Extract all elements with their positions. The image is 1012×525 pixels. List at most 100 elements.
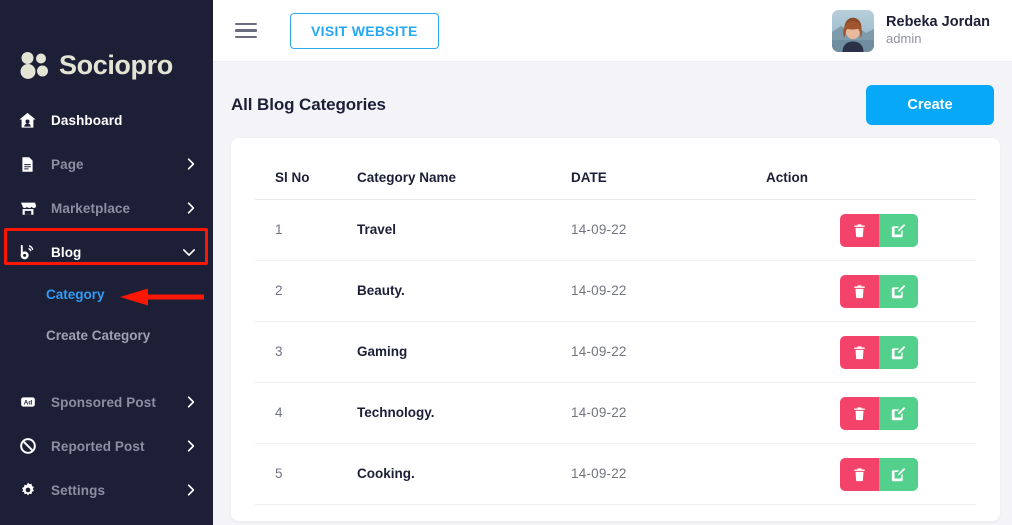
cell-sl-no: 4 — [275, 405, 283, 420]
chevron-down-icon — [183, 248, 195, 257]
sidebar-nav: Dashboard Page — [0, 92, 213, 512]
table-body: 1 Travel 14-09-22 — [255, 200, 976, 505]
cell-category-name: Gaming — [357, 344, 407, 359]
edit-pencil-icon — [891, 284, 906, 299]
sidebar-item-reported-post[interactable]: Reported Post — [0, 424, 213, 468]
sidebar-subitem-label: Category — [46, 287, 105, 302]
table-head: Sl No Category Name DATE Action — [255, 138, 976, 200]
cell-date: 14-09-22 — [571, 466, 627, 481]
top-bar: VISIT WEBSITE — [213, 0, 1012, 62]
chevron-right-icon — [187, 202, 195, 214]
column-header-action: Action — [766, 138, 976, 200]
trash-icon — [852, 284, 867, 299]
column-header-sl-no: Sl No — [255, 138, 357, 200]
sidebar-item-label: Settings — [51, 483, 173, 498]
trash-icon — [852, 345, 867, 360]
row-actions — [840, 214, 918, 247]
page-title: All Blog Categories — [231, 95, 386, 115]
file-icon — [18, 155, 37, 174]
delete-button[interactable] — [840, 336, 879, 369]
cell-sl-no: 1 — [275, 222, 283, 237]
edit-pencil-icon — [891, 467, 906, 482]
table-row: 2 Beauty. 14-09-22 — [255, 261, 976, 322]
edit-button[interactable] — [879, 275, 918, 308]
edit-button[interactable] — [879, 336, 918, 369]
cell-category-name: Travel — [357, 222, 396, 237]
sidebar-item-sponsored-post[interactable]: Ad Sponsored Post — [0, 380, 213, 424]
cell-sl-no: 3 — [275, 344, 283, 359]
ad-icon: Ad — [18, 393, 37, 412]
sociopro-logo-icon — [20, 52, 50, 79]
cell-date: 14-09-22 — [571, 344, 627, 359]
edit-button[interactable] — [879, 458, 918, 491]
sidebar-item-page[interactable]: Page — [0, 142, 213, 186]
table-row: 5 Cooking. 14-09-22 — [255, 444, 976, 505]
user-meta: Rebeka Jordan admin — [886, 13, 990, 47]
cell-sl-no: 5 — [275, 466, 283, 481]
chevron-right-icon — [187, 440, 195, 452]
trash-icon — [852, 406, 867, 421]
create-button[interactable]: Create — [866, 85, 994, 125]
sidebar-subitem-label: Create Category — [46, 328, 150, 343]
store-icon — [18, 199, 37, 218]
delete-button[interactable] — [840, 458, 879, 491]
sidebar: Sociopro Dashboard — [0, 0, 213, 525]
edit-pencil-icon — [891, 345, 906, 360]
cell-date: 14-09-22 — [571, 283, 627, 298]
chevron-right-icon — [187, 484, 195, 496]
sidebar-item-label: Blog — [51, 245, 169, 260]
sidebar-item-blog[interactable]: Blog — [0, 230, 213, 274]
main-content: VISIT WEBSITE — [213, 0, 1012, 525]
sidebar-item-label: Reported Post — [51, 439, 173, 454]
hamburger-menu-icon[interactable] — [235, 20, 257, 42]
visit-website-button[interactable]: VISIT WEBSITE — [290, 13, 439, 49]
row-actions — [840, 458, 918, 491]
cell-category-name: Technology. — [357, 405, 435, 420]
cell-date: 14-09-22 — [571, 222, 627, 237]
row-actions — [840, 397, 918, 430]
sidebar-item-dashboard[interactable]: Dashboard — [0, 98, 213, 142]
sidebar-item-label: Sponsored Post — [51, 395, 173, 410]
row-actions — [840, 275, 918, 308]
cell-date: 14-09-22 — [571, 405, 627, 420]
sidebar-item-label: Dashboard — [51, 113, 195, 128]
edit-button[interactable] — [879, 214, 918, 247]
block-icon — [18, 437, 37, 456]
sidebar-item-label: Page — [51, 157, 173, 172]
trash-icon — [852, 223, 867, 238]
sidebar-spacer — [0, 356, 213, 380]
table-row: 1 Travel 14-09-22 — [255, 200, 976, 261]
user-role: admin — [886, 31, 990, 47]
chevron-right-icon — [187, 396, 195, 408]
column-header-date: DATE — [571, 138, 766, 200]
sidebar-item-marketplace[interactable]: Marketplace — [0, 186, 213, 230]
sidebar-item-settings[interactable]: Settings — [0, 468, 213, 512]
sidebar-subitem-create-category[interactable]: Create Category — [0, 315, 213, 356]
delete-button[interactable] — [840, 275, 879, 308]
cell-sl-no: 2 — [275, 283, 283, 298]
categories-table: Sl No Category Name DATE Action 1 Travel… — [255, 138, 976, 505]
svg-text:Ad: Ad — [23, 399, 32, 406]
table-row: 3 Gaming 14-09-22 — [255, 322, 976, 383]
app-root: Sociopro Dashboard — [0, 0, 1012, 525]
delete-button[interactable] — [840, 397, 879, 430]
trash-icon — [852, 467, 867, 482]
sidebar-item-label: Marketplace — [51, 201, 173, 216]
gear-icon — [18, 481, 37, 500]
home-icon — [18, 111, 37, 130]
cell-category-name: Cooking. — [357, 466, 415, 481]
edit-pencil-icon — [891, 406, 906, 421]
blog-broadcast-icon — [18, 243, 37, 262]
table-header-row: Sl No Category Name DATE Action — [255, 138, 976, 200]
edit-pencil-icon — [891, 223, 906, 238]
delete-button[interactable] — [840, 214, 879, 247]
user-avatar-photo — [832, 10, 874, 52]
sidebar-subitem-category[interactable]: Category — [0, 274, 213, 315]
table-row: 4 Technology. 14-09-22 — [255, 383, 976, 444]
categories-table-card: Sl No Category Name DATE Action 1 Travel… — [231, 138, 1000, 521]
brand-logo[interactable]: Sociopro — [0, 0, 213, 92]
edit-button[interactable] — [879, 397, 918, 430]
user-name: Rebeka Jordan — [886, 13, 990, 31]
column-header-category-name: Category Name — [357, 138, 571, 200]
user-profile[interactable]: Rebeka Jordan admin — [832, 10, 990, 52]
